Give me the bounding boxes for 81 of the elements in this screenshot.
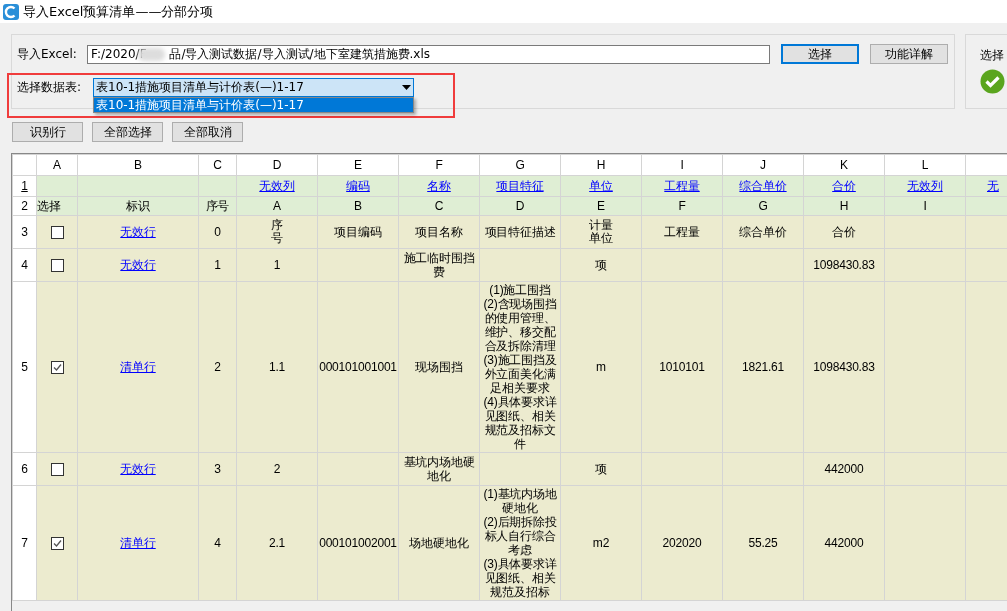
table-cell: 项 bbox=[560, 248, 642, 282]
path-field[interactable]: F:/2020/F 品/导入测试数据/导入测试/地下室建筑措施费.xls bbox=[87, 44, 770, 64]
column-letter: B bbox=[77, 154, 199, 176]
row-type-link[interactable]: 无效行 bbox=[120, 225, 156, 239]
table-cell: 基坑内场地硬地化 bbox=[398, 452, 480, 486]
row-checkbox[interactable] bbox=[50, 361, 64, 375]
field-label: 选择数据表: bbox=[17, 79, 83, 96]
caret-icon bbox=[402, 85, 411, 90]
action-button[interactable]: 全部取消 bbox=[172, 122, 243, 142]
table-cell: 1010101 bbox=[641, 281, 723, 453]
row-type-link[interactable]: 清单行 bbox=[120, 360, 156, 374]
column-letter: I bbox=[641, 154, 723, 176]
choose-button[interactable]: 选择 bbox=[781, 44, 859, 64]
table-cell: 现场围挡 bbox=[398, 281, 480, 453]
table-cell: 工程量 bbox=[641, 215, 723, 249]
table-cell: (1)施工围挡 (2)含现场围挡的使用管理、维护、移交配合及拆除清理 (3)施工围挡及外立面美化满足相关要求 (4)具体要求详见图纸、相关规范及招标文件 bbox=[479, 281, 561, 453]
field-label: 导入Excel: bbox=[17, 45, 78, 63]
column-letter: G bbox=[479, 154, 561, 176]
window-title: 导入Excel预算清单——分部分项 bbox=[23, 2, 214, 21]
row-checkbox[interactable] bbox=[50, 463, 64, 477]
status-label: 选择 bbox=[980, 47, 1005, 64]
table-cell: 计量单位 bbox=[589, 218, 613, 246]
sheet-dropdown[interactable]: 表10-1措施项目清单与计价表(—)1-17 bbox=[93, 78, 414, 97]
table-cell: 000101001001 bbox=[317, 281, 399, 453]
table-cell: 1821.61 bbox=[722, 281, 804, 453]
column-letter: K bbox=[803, 154, 885, 176]
column-letter: C bbox=[198, 154, 237, 176]
row-type-link[interactable]: 无效行 bbox=[120, 462, 156, 476]
column-letter: A bbox=[36, 154, 78, 176]
row-number: 7 bbox=[12, 485, 37, 601]
column-letter: F bbox=[398, 154, 480, 176]
row-number: 3 bbox=[12, 215, 37, 249]
row-number: 6 bbox=[12, 452, 37, 486]
row-type-link[interactable]: 清单行 bbox=[120, 536, 156, 550]
column-letter: L bbox=[884, 154, 966, 176]
table-cell: 1098430.83 bbox=[803, 248, 885, 282]
mapping-link[interactable]: 合价 bbox=[832, 179, 856, 193]
row-checkbox[interactable] bbox=[50, 259, 64, 273]
table-cell: (1)基坑内场地硬地化 (2)后期拆除投标人自行综合考虑 (3)具体要求详见图纸、相关规范及招标 bbox=[479, 485, 561, 601]
mapping-link[interactable]: 编码 bbox=[346, 179, 370, 193]
table-cell: 序号 bbox=[271, 218, 283, 246]
table-cell: 4 bbox=[198, 485, 237, 601]
app-icon bbox=[3, 3, 19, 20]
dropdown-option[interactable]: 表10-1措施项目清单与计价表(—)1-17 bbox=[93, 97, 414, 113]
row-checkbox[interactable] bbox=[50, 226, 64, 240]
table-cell: 1098430.83 bbox=[803, 281, 885, 453]
table-cell: 1 bbox=[236, 248, 318, 282]
table-cell: 施工临时围挡费 bbox=[398, 248, 480, 282]
table-cell: 场地硬地化 bbox=[398, 485, 480, 601]
row-number: 5 bbox=[12, 281, 37, 453]
column-letter: H bbox=[560, 154, 642, 176]
table-cell: 综合单价 bbox=[722, 215, 804, 249]
row-checkbox[interactable] bbox=[50, 537, 64, 551]
column-letter: E bbox=[317, 154, 399, 176]
table-cell: m2 bbox=[560, 485, 642, 601]
action-button[interactable]: 全部选择 bbox=[92, 122, 163, 142]
table-cell: 000101002001 bbox=[317, 485, 399, 601]
table-cell: 202020 bbox=[641, 485, 723, 601]
help-button[interactable]: 功能详解 bbox=[870, 44, 948, 64]
table-cell: 项目名称 bbox=[398, 215, 480, 249]
table-cell: 2.1 bbox=[236, 485, 318, 601]
table-cell: 项 bbox=[560, 452, 642, 486]
mapping-link[interactable]: 名称 bbox=[427, 179, 451, 193]
table-cell: 1.1 bbox=[236, 281, 318, 453]
column-letter: J bbox=[722, 154, 804, 176]
action-button[interactable]: 识别行 bbox=[12, 122, 83, 142]
table-cell: 442000 bbox=[803, 485, 885, 601]
table-cell: 442000 bbox=[803, 452, 885, 486]
row-number: 1 bbox=[21, 179, 28, 193]
mapping-link[interactable]: 无 bbox=[987, 179, 999, 193]
row-number: 4 bbox=[12, 248, 37, 282]
table-cell: m bbox=[560, 281, 642, 453]
mapping-link[interactable]: 单位 bbox=[589, 179, 613, 193]
table-cell: 55.25 bbox=[722, 485, 804, 601]
table-cell: 合价 bbox=[803, 215, 885, 249]
column-letter: D bbox=[236, 154, 318, 176]
row-type-link[interactable]: 无效行 bbox=[120, 258, 156, 272]
table-cell: 项目编码 bbox=[317, 215, 399, 249]
table-cell: 2 bbox=[236, 452, 318, 486]
table-cell: 2 bbox=[198, 281, 237, 453]
table-cell: 项目特征描述 bbox=[479, 215, 561, 249]
